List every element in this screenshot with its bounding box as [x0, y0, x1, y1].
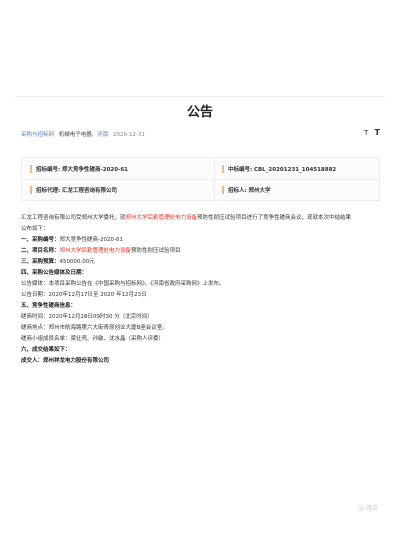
category-label: 机械电子电器, [58, 132, 94, 138]
watermark: @ 路京 [358, 505, 378, 512]
section-media-heading: 四、采购公告媒体及日期： [21, 270, 88, 276]
negotiation-place: 磋商地点：郑州市航海路第六大街青原创业大厦B座会议室。 [21, 325, 168, 331]
agency-value: 汇龙工程咨询有限公司 [61, 188, 117, 194]
notice-body: 汇龙工程咨询有限公司受郑州大学委托，就郑州大学后勤管理处电力设备预防性耐压试验项… [21, 213, 379, 367]
info-table-divider [22, 179, 379, 180]
info-table-divider [214, 158, 215, 200]
intro-paragraph-end: 公布如下： [21, 226, 49, 232]
bid-no-cell: 招标编号: 郑大竞争性磋商-2020-61 [30, 165, 128, 173]
negotiation-time: 磋商时间：2020年12月28日09时30 分（北京时间） [21, 314, 153, 320]
negotiation-panel: 磋商小组成员名单：梁壮壳、孙敏、沈水晶（采购人评委） [21, 336, 165, 342]
notice-meta: 采购与招标网 机械电子电器, 河南 2020-12-31 [21, 130, 145, 138]
award-no-label: 中标编号: [228, 167, 253, 173]
font-size-switcher: T T [360, 128, 380, 137]
purchaser-label: 招标人: [228, 188, 247, 194]
font-small-button[interactable]: T [364, 129, 368, 137]
intro-paragraph: 汇龙工程咨询有限公司受郑州大学委托，就郑州大学后勤管理处电力设备预防性耐压试验项… [21, 215, 352, 221]
agency-cell: 招标代理: 汇龙工程咨询有限公司 [30, 186, 117, 194]
award-no-cell: 中标编号: CBL_20201231_104518882 [222, 165, 336, 173]
bid-no-label: 招标编号: [36, 167, 61, 173]
section-result-heading: 六、成交结果如下： [21, 347, 71, 353]
font-large-button[interactable]: T [375, 128, 380, 137]
breadcrumb-link[interactable]: 采购与招标网 [21, 132, 54, 138]
purchaser-value: 郑州大学 [248, 188, 271, 194]
media-line: 公告媒体：本项目采购公告在《中国采购与招标网》、《河南省政府采购网》上发布。 [21, 281, 225, 287]
bid-no-value: 郑大竞争性磋商-2020-61 [61, 167, 128, 173]
section-negotiation-heading: 五、竞争性磋商信息： [21, 303, 77, 309]
notice-page: 公告 采购与招标网 机械电子电器, 河南 2020-12-31 T T 招标编号… [14, 96, 386, 541]
section-purchase-no: 一、采购编号：郑大竞争性磋商-2020-61 [21, 237, 123, 243]
project-name-highlight: 郑州大学后勤管理处电力设备 [125, 215, 198, 221]
info-table: 招标编号: 郑大竞争性磋商-2020-61 中标编号: CBL_20201231… [21, 157, 380, 201]
award-no-value: CBL_20201231_104518882 [253, 167, 337, 173]
region-link[interactable]: 河南 [97, 132, 108, 138]
publish-date: 2020-12-31 [113, 132, 145, 138]
media-date-line: 公告日期：2020年12月17日至 2020 年12月23日 [21, 292, 147, 298]
section-project-name: 二、项目名称：郑州大学后勤管理处电力设备预防性耐压试验项目 [21, 248, 181, 254]
winner-line: 成交人：郑州祥龙电力股份有限公司 [21, 358, 110, 364]
purchaser-cell: 招标人: 郑州大学 [222, 186, 270, 194]
agency-label: 招标代理: [36, 188, 61, 194]
page-title: 公告 [186, 105, 213, 120]
section-budget: 三、采购预算：450000.00元 [21, 259, 95, 265]
